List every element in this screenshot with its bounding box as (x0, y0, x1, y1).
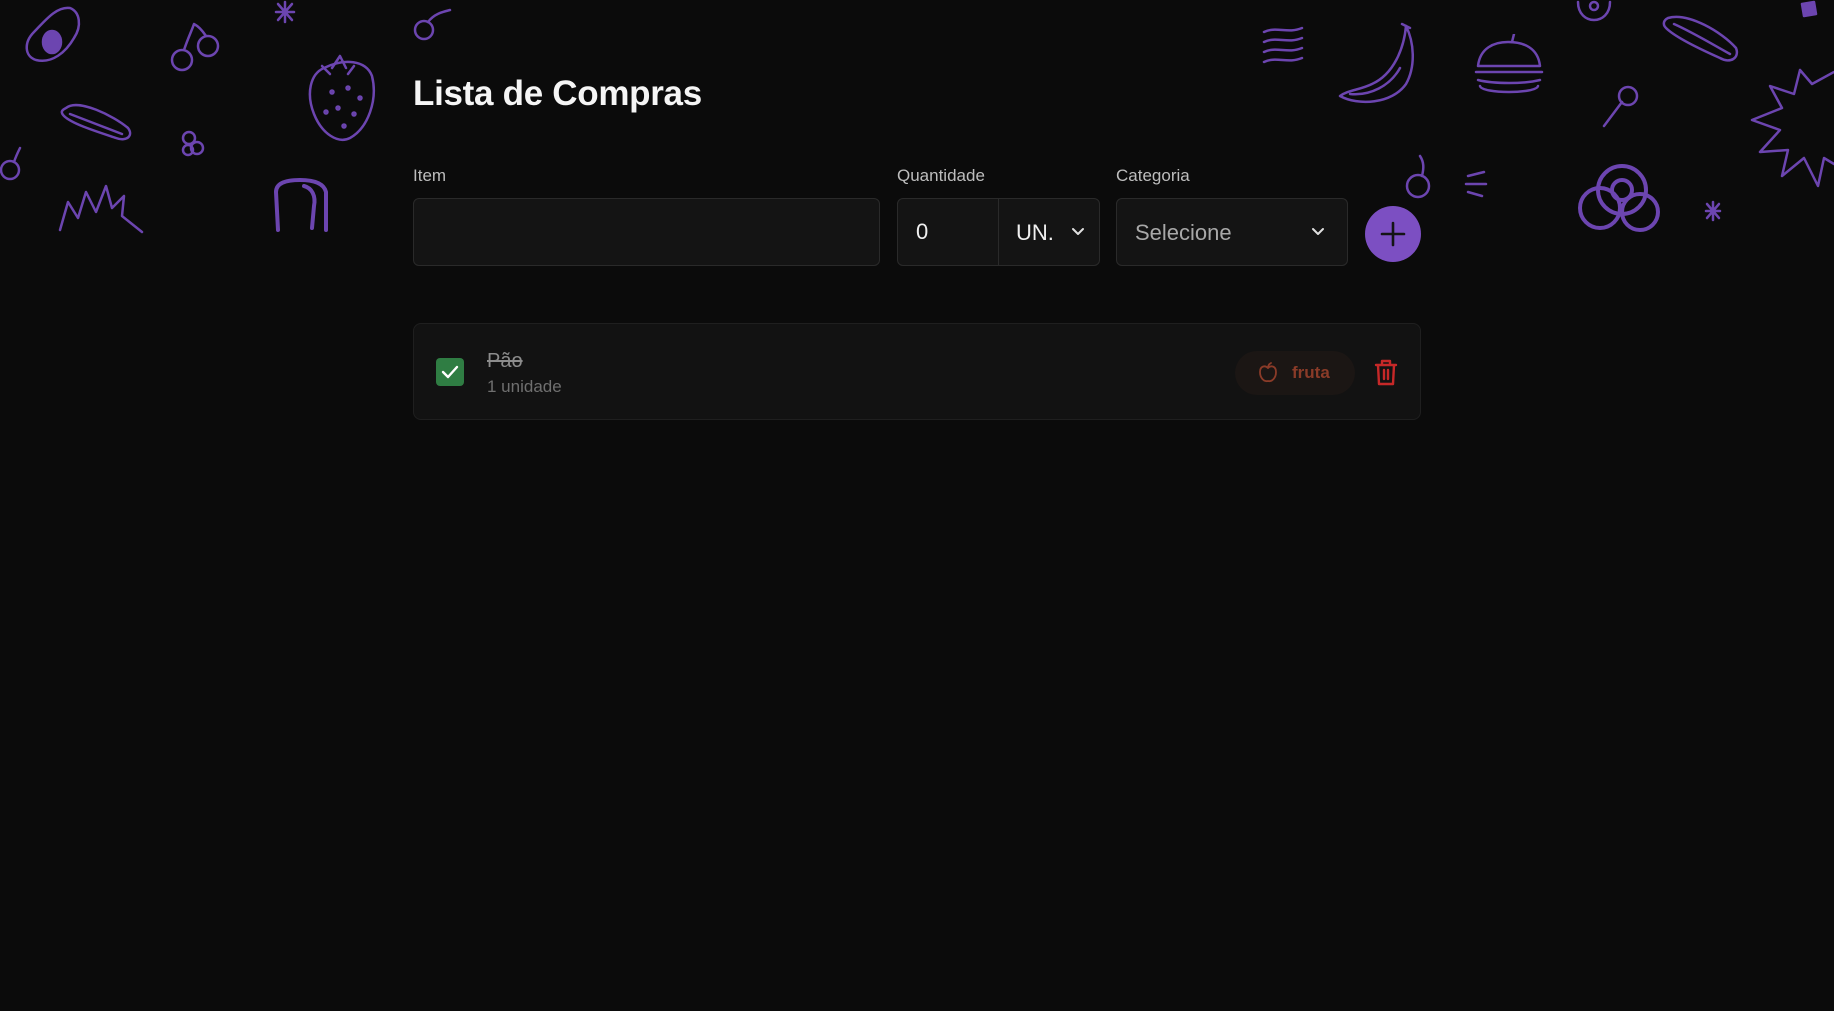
bacon-doodle (1262, 26, 1304, 64)
sparkle-right-doodle (1704, 200, 1722, 222)
dashes-doodle (1464, 170, 1488, 198)
strawberry-doodle (308, 54, 375, 141)
chevron-down-icon (1072, 228, 1084, 235)
item-checkbox[interactable] (436, 358, 464, 386)
lollipop-doodle (1602, 85, 1639, 128)
cherry-right-doodle (1405, 154, 1431, 199)
berries-doodle (181, 130, 205, 157)
category-badge: fruta (1235, 351, 1355, 395)
donuts-doodle (1578, 164, 1660, 232)
item-label: Item (413, 166, 447, 185)
category-label: Categoria (1116, 166, 1190, 185)
item-input[interactable] (414, 199, 879, 265)
plus-icon (1380, 221, 1406, 247)
quantity-label: Quantidade (897, 166, 985, 185)
donut-top-doodle (1576, 0, 1612, 22)
candy-doodle (1800, 0, 1818, 18)
hotdog-right-doodle (1662, 15, 1739, 62)
quantity-input[interactable] (898, 199, 998, 265)
category-select-value: Selecione (1135, 220, 1232, 245)
category-select[interactable]: Selecione (1116, 198, 1348, 266)
burst-doodle (1750, 68, 1834, 188)
chevron-down-icon (1312, 228, 1324, 235)
apple-icon (1259, 362, 1277, 383)
category-badge-label: fruta (1292, 363, 1330, 382)
cherries-doodle (170, 22, 220, 72)
add-item-button[interactable] (1365, 206, 1421, 262)
check-icon (441, 365, 459, 379)
banana-doodle (1338, 22, 1414, 104)
list-item: Pão 1 unidade fruta (413, 323, 1421, 420)
toast-doodle (274, 178, 328, 232)
item-name: Pão (487, 350, 523, 372)
unit-select-value: UN. (1016, 220, 1054, 245)
avocado-doodle (25, 6, 81, 63)
cherry-small-doodle (0, 146, 22, 181)
burger-doodle (1474, 34, 1544, 94)
cherry-doodle (413, 8, 452, 41)
hotdog-doodle (60, 103, 132, 141)
trash-icon[interactable] (1370, 356, 1402, 388)
item-field-wrapper (413, 198, 880, 266)
sparkle-doodle (274, 0, 296, 24)
quantity-group: UN. (897, 198, 1100, 266)
page-title: Lista de Compras (413, 74, 702, 113)
item-quantity: 1 unidade (487, 377, 562, 396)
splash-doodle (58, 184, 144, 234)
unit-select[interactable]: UN. (998, 199, 1099, 265)
